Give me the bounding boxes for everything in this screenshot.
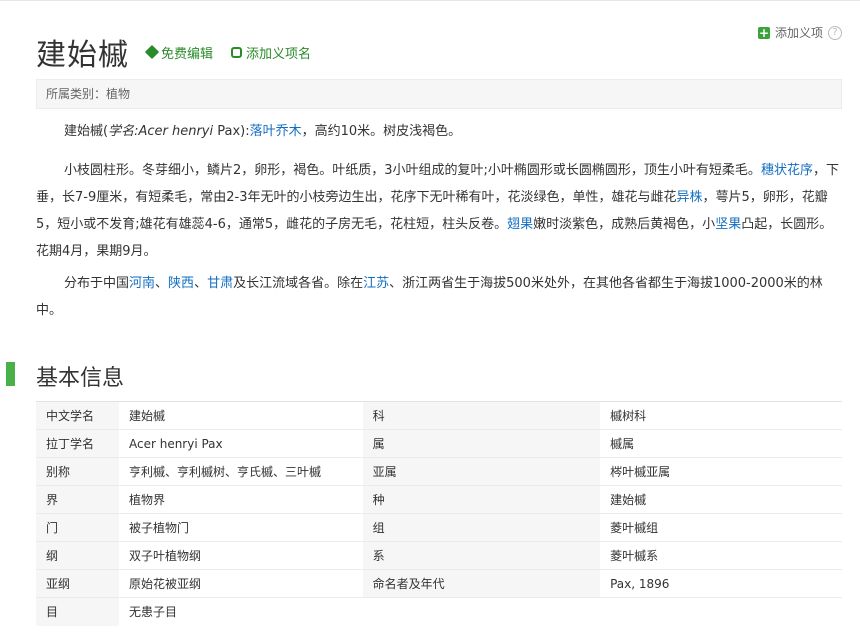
- link-henan[interactable]: 河南: [129, 276, 155, 291]
- info-value: 菱叶槭组: [600, 513, 842, 542]
- info-key: 拉丁学名: [36, 429, 119, 458]
- link-shaanxi[interactable]: 陕西: [168, 276, 194, 291]
- info-value: 菱叶槭系: [600, 541, 842, 570]
- add-meaning-button[interactable]: + 添加义项 ?: [757, 24, 842, 41]
- add-item-name-button[interactable]: 添加义项名: [231, 43, 311, 62]
- info-key: 组: [362, 513, 601, 542]
- link-nut[interactable]: 坚果: [715, 217, 741, 232]
- info-value: 梣叶槭亚属: [600, 457, 842, 486]
- page-title: 建始槭: [36, 38, 129, 73]
- pencil-icon: [144, 44, 160, 60]
- text: 学名:: [108, 124, 139, 139]
- info-key: 别称: [36, 457, 119, 486]
- summary-paragraph-1: 建始槭(学名:Acer henryi Pax):落叶乔木，高约10米。树皮浅褐色…: [36, 118, 842, 145]
- title-row: 建始槭 免费编辑 添加义项名: [36, 30, 311, 74]
- info-value: Pax, 1896: [600, 569, 842, 598]
- table-row: 门 被子植物门 组 菱叶槭组: [36, 513, 842, 542]
- info-key: 界: [36, 485, 119, 514]
- page: + 添加义项 ? 建始槭 免费编辑 添加义项名 所属类别：植物 建始槭(学名:A…: [0, 0, 860, 639]
- link-samara[interactable]: 翅果: [507, 217, 533, 232]
- text: 、: [155, 276, 169, 291]
- table-row: 亚纲 原始花被亚纲 命名者及年代 Pax, 1896: [36, 569, 842, 598]
- copy-icon: [231, 46, 243, 58]
- info-key: 目: [36, 597, 119, 626]
- text: 建始槭(: [64, 124, 109, 139]
- link-spike[interactable]: 穗状花序: [761, 163, 813, 178]
- info-key: 属: [362, 429, 601, 458]
- info-value: 双子叶植物纲: [118, 541, 363, 570]
- add-meaning-label: 添加义项: [774, 26, 823, 40]
- text: 、: [194, 276, 208, 291]
- info-value: 植物界: [118, 485, 363, 514]
- add-item-name-label: 添加义项名: [246, 46, 312, 62]
- text: 小枝圆柱形。冬芽细小，鳞片2，卵形，褐色。叶纸质，3小叶组成的复叶;小叶椭圆形或…: [64, 163, 761, 178]
- link-jiangsu[interactable]: 江苏: [363, 276, 389, 291]
- top-divider: [0, 0, 860, 1]
- info-key: 科: [362, 401, 601, 430]
- info-key: 纲: [36, 541, 119, 570]
- text: ，高约10米。树皮浅褐色。: [301, 124, 462, 139]
- info-value: 亨利槭、亨利槭树、亨氏槭、三叶槭: [118, 457, 363, 486]
- edit-label: 免费编辑: [161, 46, 214, 62]
- link-dioecious[interactable]: 异株: [676, 190, 702, 205]
- section-title: 基本信息: [36, 366, 125, 391]
- info-value: 槭树科: [600, 401, 842, 430]
- info-key: 中文学名: [36, 401, 119, 430]
- plus-icon: +: [757, 25, 770, 40]
- text: Acer henryi: [138, 124, 214, 139]
- info-key: 亚属: [362, 457, 601, 486]
- help-icon[interactable]: ?: [828, 25, 842, 40]
- table-row: 纲 双子叶植物纲 系 菱叶槭系: [36, 541, 842, 570]
- info-empty-key: [362, 597, 601, 626]
- info-empty-value: [600, 597, 842, 626]
- summary-paragraph-3: 分布于中国河南、陕西、甘肃及长江流域各省。除在江苏、浙江两省生于海拔500米处外…: [36, 270, 842, 324]
- category-box: 所属类别：植物: [36, 79, 842, 109]
- text: Pax):: [213, 124, 250, 139]
- table-row: 拉丁学名 Acer henryi Pax 属 槭属: [36, 429, 842, 458]
- info-key: 亚纲: [36, 569, 119, 598]
- table-row: 目 无患子目: [36, 597, 842, 626]
- section-accent-bar: [6, 362, 15, 386]
- table-row: 别称 亨利槭、亨利槭树、亨氏槭、三叶槭 亚属 梣叶槭亚属: [36, 457, 842, 486]
- link-deciduous-tree[interactable]: 落叶乔木: [250, 124, 302, 139]
- info-key: 种: [362, 485, 601, 514]
- table-row: 界 植物界 种 建始槭: [36, 485, 842, 514]
- text: 及长江流域各省。除在: [233, 276, 364, 291]
- info-value: 原始花被亚纲: [118, 569, 363, 598]
- info-key: 门: [36, 513, 119, 542]
- text: 分布于中国: [64, 276, 130, 291]
- text: 嫩时淡紫色，成熟后黄褐色，小: [533, 217, 716, 232]
- edit-button[interactable]: 免费编辑: [144, 43, 214, 62]
- info-value: Acer henryi Pax: [118, 429, 363, 458]
- info-key: 命名者及年代: [362, 569, 601, 598]
- table-row: 中文学名 建始槭 科 槭树科: [36, 401, 842, 430]
- info-value: 被子植物门: [118, 513, 363, 542]
- info-key: 系: [362, 541, 601, 570]
- basic-info-table: 中文学名 建始槭 科 槭树科 拉丁学名 Acer henryi Pax 属 槭属…: [36, 401, 842, 626]
- info-value: 建始槭: [600, 485, 842, 514]
- link-gansu[interactable]: 甘肃: [207, 276, 233, 291]
- info-value: 建始槭: [118, 401, 363, 430]
- info-value: 无患子目: [118, 597, 363, 626]
- info-value: 槭属: [600, 429, 842, 458]
- summary-paragraph-2: 小枝圆柱形。冬芽细小，鳞片2，卵形，褐色。叶纸质，3小叶组成的复叶;小叶椭圆形或…: [36, 157, 842, 265]
